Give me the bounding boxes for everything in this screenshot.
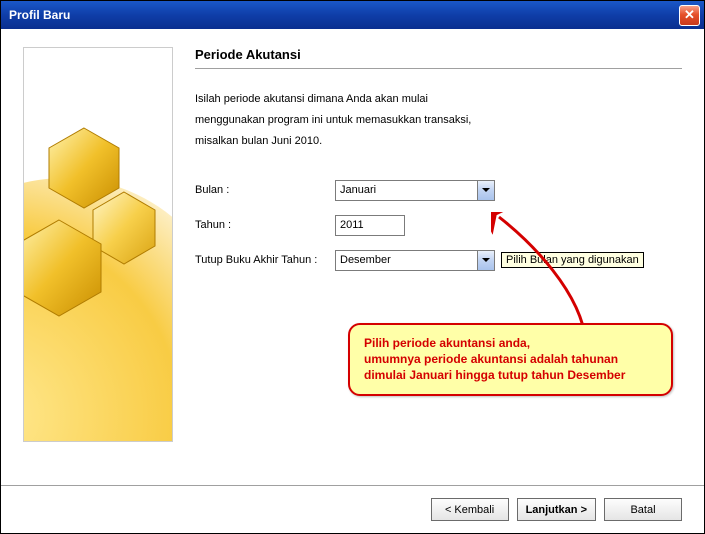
select-bulan[interactable]: Januari (335, 180, 495, 201)
cancel-button[interactable]: Batal (604, 498, 682, 521)
hexagon-artwork (24, 48, 173, 442)
callout-line: dimulai Januari hingga tutup tahun Desem… (364, 367, 657, 383)
content-area: Periode Akutansi Isilah periode akutansi… (1, 29, 704, 533)
close-button[interactable]: ✕ (679, 5, 700, 26)
annotation-callout: Pilih periode akuntansi anda, umumnya pe… (348, 323, 673, 396)
button-bar: < Kembali Lanjutkan > Batal (1, 485, 704, 533)
intro-line: menggunakan program ini untuk memasukkan… (195, 110, 682, 131)
select-bulan-value: Januari (340, 184, 376, 196)
row-bulan: Bulan : Januari (195, 180, 682, 201)
chevron-down-icon (477, 181, 494, 200)
callout-line: umumnya periode akuntansi adalah tahunan (364, 351, 657, 367)
intro-line: misalkan bulan Juni 2010. (195, 131, 682, 152)
dialog-window: Profil Baru ✕ (0, 0, 705, 534)
intro-text: Isilah periode akutansi dimana Anda akan… (195, 89, 682, 152)
label-tahun: Tahun : (195, 219, 335, 231)
label-tutup: Tutup Buku Akhir Tahun : (195, 254, 335, 266)
callout-line: Pilih periode akuntansi anda, (364, 335, 657, 351)
wizard-graphic (23, 47, 173, 442)
chevron-down-icon (477, 251, 494, 270)
row-tahun: Tahun : (195, 215, 682, 236)
next-button[interactable]: Lanjutkan > (517, 498, 596, 521)
back-button[interactable]: < Kembali (431, 498, 509, 521)
intro-line: Isilah periode akutansi dimana Anda akan… (195, 89, 682, 110)
input-tahun[interactable] (335, 215, 405, 236)
titlebar: Profil Baru ✕ (1, 1, 704, 29)
section-heading: Periode Akutansi (195, 47, 682, 69)
window-title: Profil Baru (9, 8, 679, 22)
label-bulan: Bulan : (195, 184, 335, 196)
select-tutup-value: Desember (340, 254, 391, 266)
tooltip-bulan: Pilih Bulan yang digunakan (501, 252, 644, 268)
select-tutup[interactable]: Desember (335, 250, 495, 271)
